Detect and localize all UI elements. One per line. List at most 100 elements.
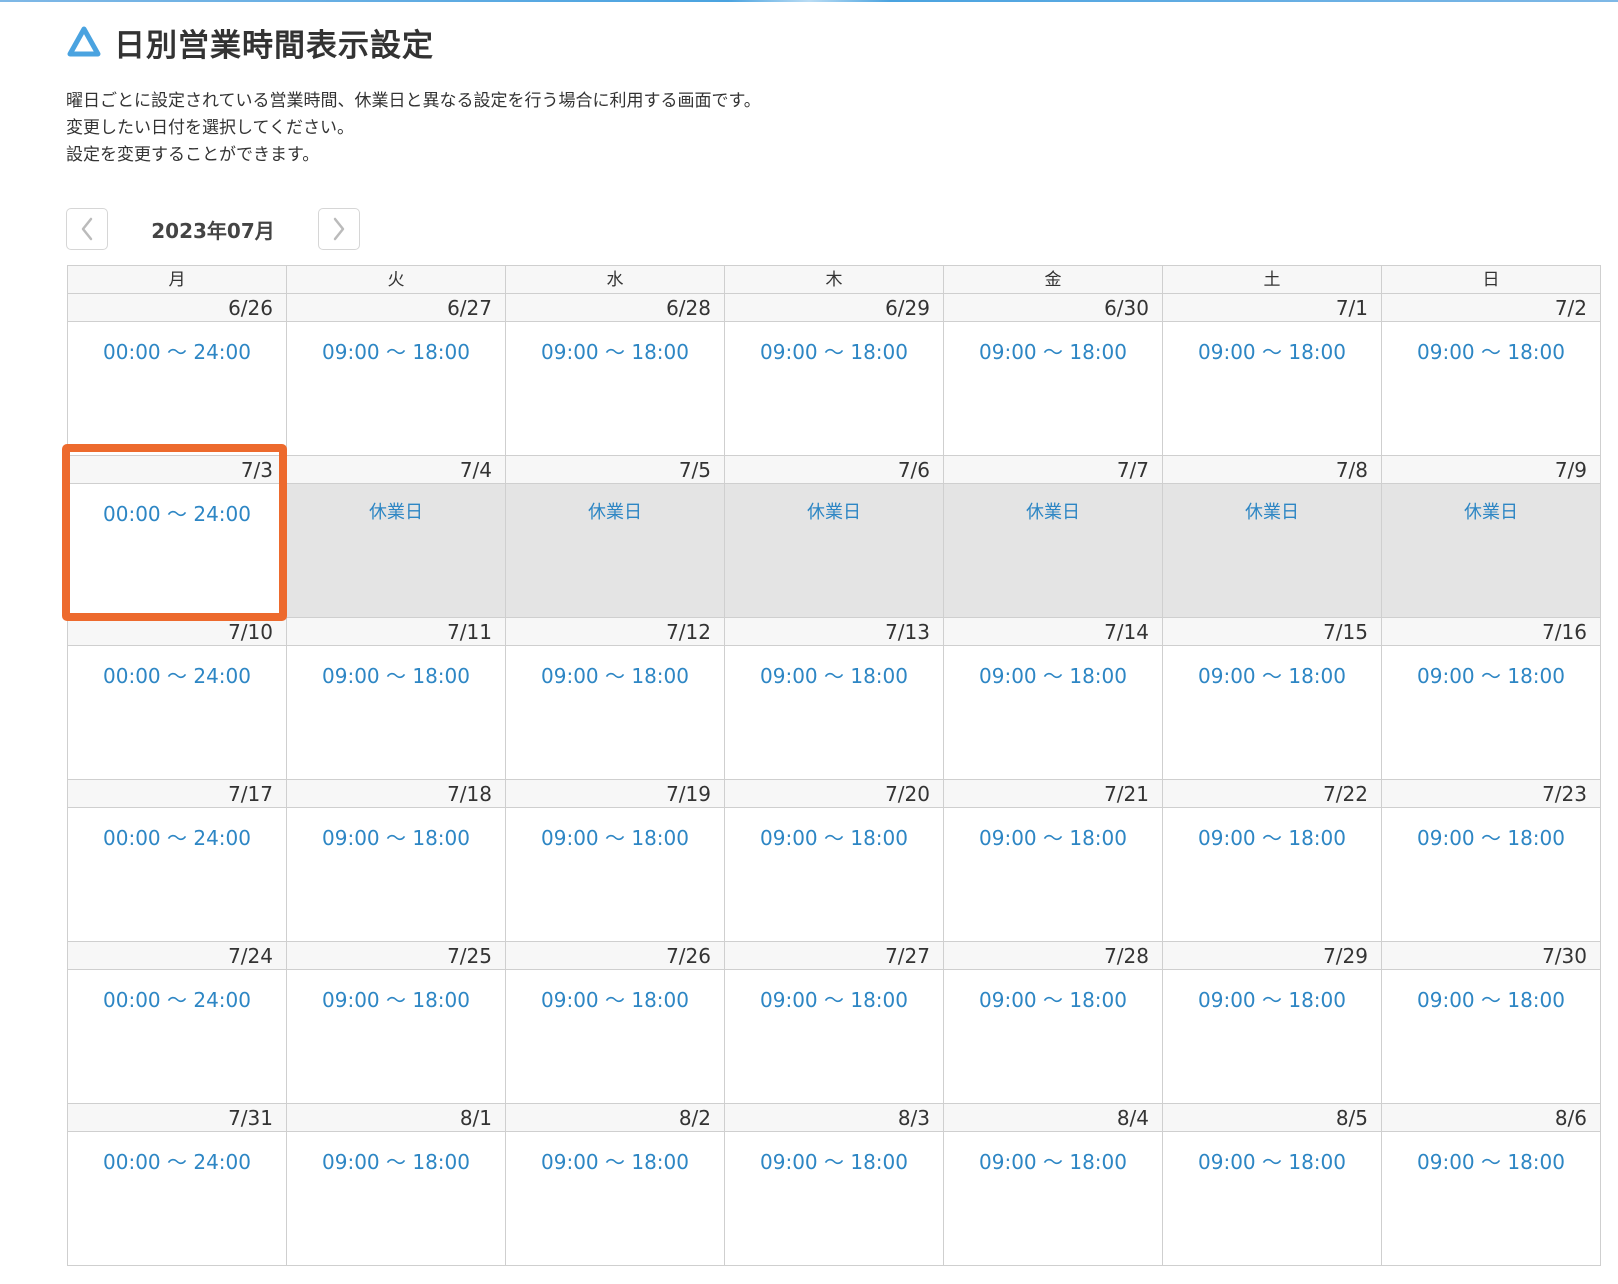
day-cell-hours[interactable]: 09:00 〜 18:00	[1382, 322, 1601, 456]
business-hours-link[interactable]: 00:00 〜 24:00	[103, 1150, 251, 1174]
day-date-label[interactable]: 6/26	[68, 294, 287, 322]
day-date-label[interactable]: 7/23	[1382, 780, 1601, 808]
day-date-label[interactable]: 7/29	[1163, 942, 1382, 970]
business-hours-link[interactable]: 09:00 〜 18:00	[541, 1150, 689, 1174]
day-date-label[interactable]: 7/5	[506, 456, 725, 484]
day-cell-hours[interactable]: 09:00 〜 18:00	[1163, 970, 1382, 1104]
day-cell-hours[interactable]: 09:00 〜 18:00	[1382, 970, 1601, 1104]
day-cell-hours[interactable]: 09:00 〜 18:00	[506, 646, 725, 780]
day-cell-hours[interactable]: 00:00 〜 24:00	[68, 484, 287, 618]
business-hours-link[interactable]: 09:00 〜 18:00	[979, 664, 1127, 688]
business-hours-link[interactable]: 09:00 〜 18:00	[541, 340, 689, 364]
day-cell-closed[interactable]: 休業日	[287, 484, 506, 618]
day-date-label[interactable]: 7/16	[1382, 618, 1601, 646]
business-hours-link[interactable]: 09:00 〜 18:00	[1198, 988, 1346, 1012]
next-month-button[interactable]	[318, 208, 360, 250]
day-date-label[interactable]: 7/15	[1163, 618, 1382, 646]
day-date-label[interactable]: 7/4	[287, 456, 506, 484]
business-hours-link[interactable]: 09:00 〜 18:00	[760, 340, 908, 364]
business-hours-link[interactable]: 09:00 〜 18:00	[979, 988, 1127, 1012]
day-date-label[interactable]: 7/17	[68, 780, 287, 808]
day-date-label[interactable]: 6/28	[506, 294, 725, 322]
day-date-label[interactable]: 7/2	[1382, 294, 1601, 322]
day-date-label[interactable]: 7/28	[944, 942, 1163, 970]
day-date-label[interactable]: 7/26	[506, 942, 725, 970]
business-hours-link[interactable]: 09:00 〜 18:00	[1198, 1150, 1346, 1174]
business-hours-link[interactable]: 00:00 〜 24:00	[103, 664, 251, 688]
day-cell-hours[interactable]: 09:00 〜 18:00	[725, 1132, 944, 1266]
day-cell-hours[interactable]: 09:00 〜 18:00	[944, 1132, 1163, 1266]
day-cell-hours[interactable]: 09:00 〜 18:00	[725, 322, 944, 456]
day-date-label[interactable]: 7/11	[287, 618, 506, 646]
day-cell-hours[interactable]: 09:00 〜 18:00	[506, 970, 725, 1104]
closed-day-link[interactable]: 休業日	[807, 502, 861, 523]
business-hours-link[interactable]: 09:00 〜 18:00	[760, 664, 908, 688]
day-cell-hours[interactable]: 00:00 〜 24:00	[68, 322, 287, 456]
business-hours-link[interactable]: 09:00 〜 18:00	[979, 1150, 1127, 1174]
business-hours-link[interactable]: 09:00 〜 18:00	[541, 988, 689, 1012]
business-hours-link[interactable]: 09:00 〜 18:00	[1417, 1150, 1565, 1174]
day-cell-hours[interactable]: 09:00 〜 18:00	[1163, 1132, 1382, 1266]
business-hours-link[interactable]: 09:00 〜 18:00	[979, 826, 1127, 850]
day-date-label[interactable]: 7/3	[68, 456, 287, 484]
day-date-label[interactable]: 8/2	[506, 1104, 725, 1132]
day-cell-hours[interactable]: 09:00 〜 18:00	[287, 322, 506, 456]
business-hours-link[interactable]: 09:00 〜 18:00	[541, 664, 689, 688]
day-date-label[interactable]: 6/29	[725, 294, 944, 322]
day-date-label[interactable]: 7/9	[1382, 456, 1601, 484]
closed-day-link[interactable]: 休業日	[588, 502, 642, 523]
day-cell-hours[interactable]: 09:00 〜 18:00	[287, 646, 506, 780]
business-hours-link[interactable]: 09:00 〜 18:00	[760, 988, 908, 1012]
day-date-label[interactable]: 7/18	[287, 780, 506, 808]
closed-day-link[interactable]: 休業日	[1026, 502, 1080, 523]
day-date-label[interactable]: 8/6	[1382, 1104, 1601, 1132]
day-cell-hours[interactable]: 09:00 〜 18:00	[944, 322, 1163, 456]
day-date-label[interactable]: 7/20	[725, 780, 944, 808]
day-cell-hours[interactable]: 09:00 〜 18:00	[506, 808, 725, 942]
business-hours-link[interactable]: 00:00 〜 24:00	[103, 340, 251, 364]
day-date-label[interactable]: 7/1	[1163, 294, 1382, 322]
day-cell-hours[interactable]: 09:00 〜 18:00	[944, 808, 1163, 942]
day-date-label[interactable]: 7/13	[725, 618, 944, 646]
day-cell-closed[interactable]: 休業日	[1382, 484, 1601, 618]
day-cell-hours[interactable]: 00:00 〜 24:00	[68, 1132, 287, 1266]
business-hours-link[interactable]: 09:00 〜 18:00	[322, 340, 470, 364]
business-hours-link[interactable]: 09:00 〜 18:00	[979, 340, 1127, 364]
business-hours-link[interactable]: 09:00 〜 18:00	[322, 1150, 470, 1174]
day-date-label[interactable]: 7/19	[506, 780, 725, 808]
prev-month-button[interactable]	[66, 208, 108, 250]
day-cell-hours[interactable]: 09:00 〜 18:00	[287, 970, 506, 1104]
business-hours-link[interactable]: 00:00 〜 24:00	[103, 826, 251, 850]
business-hours-link[interactable]: 09:00 〜 18:00	[322, 826, 470, 850]
day-date-label[interactable]: 8/4	[944, 1104, 1163, 1132]
day-date-label[interactable]: 7/7	[944, 456, 1163, 484]
day-cell-closed[interactable]: 休業日	[506, 484, 725, 618]
day-date-label[interactable]: 7/6	[725, 456, 944, 484]
day-date-label[interactable]: 7/27	[725, 942, 944, 970]
day-date-label[interactable]: 8/5	[1163, 1104, 1382, 1132]
business-hours-link[interactable]: 09:00 〜 18:00	[1198, 664, 1346, 688]
day-date-label[interactable]: 8/1	[287, 1104, 506, 1132]
day-date-label[interactable]: 7/31	[68, 1104, 287, 1132]
day-date-label[interactable]: 6/30	[944, 294, 1163, 322]
business-hours-link[interactable]: 00:00 〜 24:00	[103, 988, 251, 1012]
day-cell-hours[interactable]: 09:00 〜 18:00	[1382, 808, 1601, 942]
day-cell-hours[interactable]: 09:00 〜 18:00	[506, 322, 725, 456]
business-hours-link[interactable]: 09:00 〜 18:00	[541, 826, 689, 850]
business-hours-link[interactable]: 00:00 〜 24:00	[103, 502, 251, 526]
day-date-label[interactable]: 7/8	[1163, 456, 1382, 484]
day-cell-hours[interactable]: 09:00 〜 18:00	[1163, 322, 1382, 456]
day-date-label[interactable]: 7/21	[944, 780, 1163, 808]
day-date-label[interactable]: 7/12	[506, 618, 725, 646]
day-cell-hours[interactable]: 09:00 〜 18:00	[506, 1132, 725, 1266]
day-cell-hours[interactable]: 09:00 〜 18:00	[1382, 646, 1601, 780]
day-cell-hours[interactable]: 09:00 〜 18:00	[944, 970, 1163, 1104]
closed-day-link[interactable]: 休業日	[1245, 502, 1299, 523]
day-cell-hours[interactable]: 00:00 〜 24:00	[68, 808, 287, 942]
day-cell-hours[interactable]: 09:00 〜 18:00	[1163, 646, 1382, 780]
day-cell-hours[interactable]: 09:00 〜 18:00	[944, 646, 1163, 780]
business-hours-link[interactable]: 09:00 〜 18:00	[1417, 340, 1565, 364]
business-hours-link[interactable]: 09:00 〜 18:00	[760, 1150, 908, 1174]
day-cell-hours[interactable]: 00:00 〜 24:00	[68, 970, 287, 1104]
day-date-label[interactable]: 6/27	[287, 294, 506, 322]
